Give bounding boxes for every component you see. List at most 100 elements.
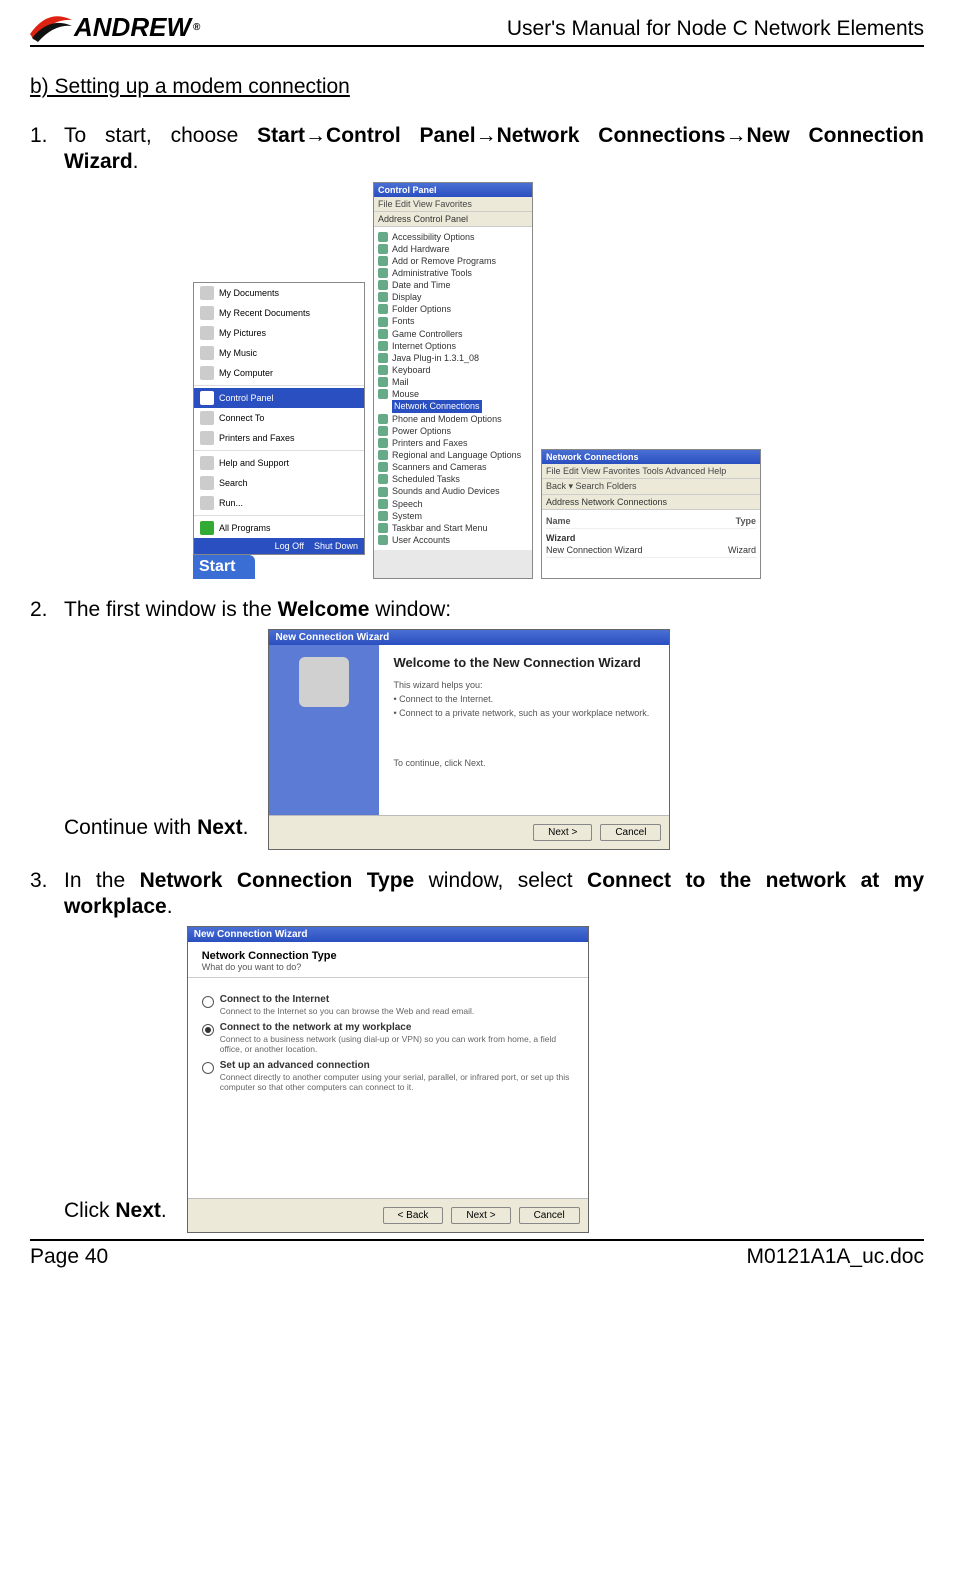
step-1-number: 1. bbox=[30, 123, 64, 176]
cp-item-label: System bbox=[392, 510, 422, 522]
logoff-button[interactable]: Log Off bbox=[275, 541, 304, 551]
cp-item-label: Power Options bbox=[392, 425, 451, 437]
cp-item[interactable]: Java Plug-in 1.3.1_08 bbox=[378, 352, 528, 364]
step-3-click-post: . bbox=[161, 1199, 167, 1222]
nc-titlebar: Network Connections bbox=[542, 450, 760, 464]
cp-item[interactable]: Internet Options bbox=[378, 340, 528, 352]
cp-item[interactable]: User Accounts bbox=[378, 534, 528, 546]
start-menu-item[interactable]: My Pictures bbox=[194, 323, 364, 343]
cp-item[interactable]: Administrative Tools bbox=[378, 267, 528, 279]
nc-item-type: Wizard bbox=[728, 545, 756, 555]
sm-label: Search bbox=[219, 478, 248, 488]
radio-connect-workplace[interactable]: Connect to the network at my workplaceCo… bbox=[202, 1022, 574, 1054]
start-menu-item[interactable]: Help and Support bbox=[194, 453, 364, 473]
wizard-sidebar bbox=[269, 645, 379, 815]
cp-item[interactable]: Add or Remove Programs bbox=[378, 255, 528, 267]
start-menu-item[interactable]: Printers and Faxes bbox=[194, 428, 364, 448]
cp-item-label: Folder Options bbox=[392, 303, 451, 315]
wizard-icon bbox=[299, 657, 349, 707]
cp-item[interactable]: Phone and Modem Options bbox=[378, 413, 528, 425]
cp-item[interactable]: Mail bbox=[378, 376, 528, 388]
start-menu-item[interactable]: My Recent Documents bbox=[194, 303, 364, 323]
cp-item-label: Date and Time bbox=[392, 279, 451, 291]
cp-item[interactable]: Power Options bbox=[378, 425, 528, 437]
cp-item-label: Display bbox=[392, 291, 422, 303]
cp-item[interactable]: Folder Options bbox=[378, 303, 528, 315]
wizard-nct-sub: What do you want to do? bbox=[202, 962, 302, 972]
cp-item-list: Accessibility Options Add Hardware Add o… bbox=[374, 227, 532, 551]
wizard-welcome-titlebar: New Connection Wizard bbox=[269, 630, 669, 645]
start-menu-item[interactable]: Connect To bbox=[194, 408, 364, 428]
step-2-cont-next: Next bbox=[197, 816, 243, 839]
wizard-bullet-label: Connect to the Internet. bbox=[399, 694, 493, 704]
step-3-click: Click Next. bbox=[30, 1199, 167, 1233]
step-2-welcome: Welcome bbox=[278, 598, 370, 621]
wizard-next-button[interactable]: Next > bbox=[533, 824, 592, 841]
cp-item-label: Printers and Faxes bbox=[392, 437, 468, 449]
cp-item[interactable]: Accessibility Options bbox=[378, 231, 528, 243]
cp-item[interactable]: Mouse bbox=[378, 388, 528, 400]
cp-item[interactable]: Printers and Faxes bbox=[378, 437, 528, 449]
cp-item[interactable]: Scheduled Tasks bbox=[378, 473, 528, 485]
nc-group-wizard: Wizard bbox=[546, 533, 756, 543]
sm-label: My Documents bbox=[219, 288, 279, 298]
cp-item[interactable]: Taskbar and Start Menu bbox=[378, 522, 528, 534]
cp-item[interactable]: Add Hardware bbox=[378, 243, 528, 255]
page-number: Page 40 bbox=[30, 1245, 108, 1269]
sm-label: Connect To bbox=[219, 413, 264, 423]
wizard-back-button[interactable]: < Back bbox=[383, 1207, 444, 1224]
start-menu-item[interactable]: Search bbox=[194, 473, 364, 493]
cp-addressbar[interactable]: Address Control Panel bbox=[374, 212, 532, 227]
cp-item[interactable]: System bbox=[378, 510, 528, 522]
cp-item[interactable]: Sounds and Audio Devices bbox=[378, 485, 528, 497]
cp-menubar[interactable]: File Edit View Favorites bbox=[374, 197, 532, 212]
start-menu-item[interactable]: My Music bbox=[194, 343, 364, 363]
cp-item-label: Speech bbox=[392, 498, 423, 510]
cp-item[interactable]: Scanners and Cameras bbox=[378, 461, 528, 473]
start-button[interactable]: Start bbox=[193, 555, 255, 579]
start-menu-item[interactable]: My Computer bbox=[194, 363, 364, 383]
cp-item-label: User Accounts bbox=[392, 534, 450, 546]
start-menu-item[interactable]: My Documents bbox=[194, 283, 364, 303]
wizard-next-button[interactable]: Next > bbox=[451, 1207, 510, 1224]
shutdown-button[interactable]: Shut Down bbox=[314, 541, 358, 551]
radio-label-title: Connect to the network at my workplace bbox=[220, 1022, 412, 1033]
sm-label: Control Panel bbox=[219, 393, 274, 403]
start-menu-item[interactable]: Run... bbox=[194, 493, 364, 513]
step-3-mid: window, select bbox=[414, 869, 587, 892]
step-1-start: Start bbox=[257, 124, 305, 147]
cp-item[interactable]: Fonts bbox=[378, 315, 528, 327]
cp-item[interactable]: Date and Time bbox=[378, 279, 528, 291]
nc-menubar[interactable]: File Edit View Favorites Tools Advanced … bbox=[542, 464, 760, 479]
nc-addressbar[interactable]: Address Network Connections bbox=[542, 495, 760, 510]
document-filename: M0121A1A_uc.doc bbox=[747, 1245, 924, 1269]
wizard-welcome-bullet: • Connect to a private network, such as … bbox=[393, 708, 655, 718]
control-panel-window: Control Panel File Edit View Favorites A… bbox=[373, 182, 533, 579]
wizard-welcome-heading: Welcome to the New Connection Wizard bbox=[393, 655, 655, 670]
wizard-cancel-button[interactable]: Cancel bbox=[519, 1207, 580, 1224]
arrow-1: → bbox=[305, 124, 326, 147]
step-2-post: window: bbox=[369, 598, 451, 621]
sm-label: My Pictures bbox=[219, 328, 266, 338]
nc-toolbar[interactable]: Back ▾ Search Folders bbox=[542, 479, 760, 495]
cp-item[interactable]: Keyboard bbox=[378, 364, 528, 376]
cp-item[interactable]: Speech bbox=[378, 498, 528, 510]
start-menu-control-panel[interactable]: Control Panel bbox=[194, 388, 364, 408]
logo-registered: ® bbox=[193, 22, 200, 33]
radio-icon bbox=[202, 996, 214, 1008]
cp-item[interactable]: Display bbox=[378, 291, 528, 303]
logo-swoosh-icon bbox=[30, 14, 72, 42]
cp-item[interactable]: Game Controllers bbox=[378, 328, 528, 340]
start-menu-all-programs[interactable]: All Programs bbox=[194, 518, 364, 538]
wizard-cancel-button[interactable]: Cancel bbox=[600, 824, 661, 841]
wizard-welcome-bullet: • Connect to the Internet. bbox=[393, 694, 655, 704]
cp-item-label: Accessibility Options bbox=[392, 231, 475, 243]
radio-advanced-connection[interactable]: Set up an advanced connectionConnect dir… bbox=[202, 1060, 574, 1092]
radio-label-desc: Connect to the Internet so you can brows… bbox=[220, 1006, 475, 1016]
cp-item-network-connections[interactable]: Network Connections bbox=[378, 400, 528, 412]
cp-item[interactable]: Regional and Language Options bbox=[378, 449, 528, 461]
radio-label-desc: Connect directly to another computer usi… bbox=[220, 1072, 574, 1092]
radio-connect-internet[interactable]: Connect to the InternetConnect to the In… bbox=[202, 994, 574, 1016]
nc-item-new-connection-wizard[interactable]: New Connection Wizard Wizard bbox=[546, 543, 756, 558]
wizard-nct-window: New Connection Wizard Network Connection… bbox=[187, 926, 589, 1233]
